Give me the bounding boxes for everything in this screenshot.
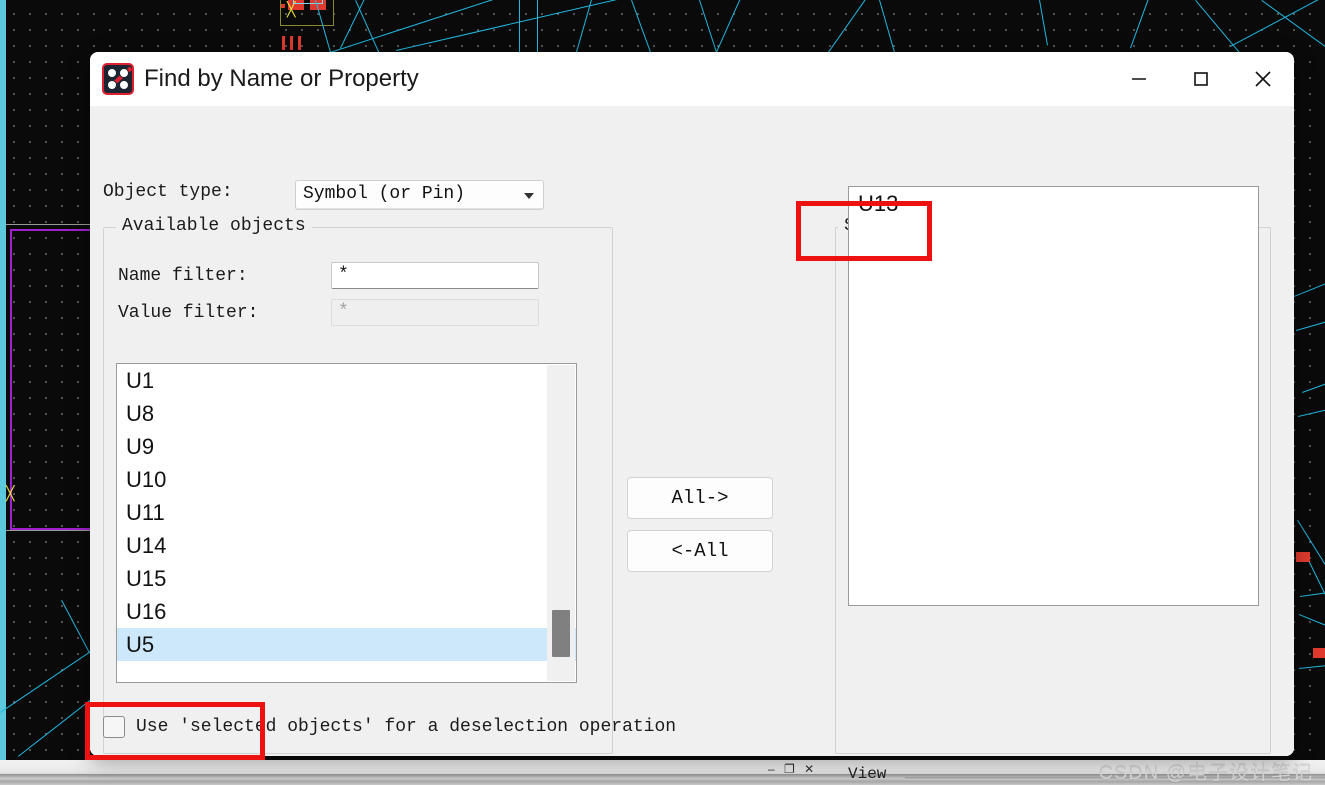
object-type-select[interactable]: Symbol (or Pin) (295, 180, 544, 210)
ratline (1302, 372, 1325, 393)
mdi-window-controls[interactable]: – ❐ ✕ (768, 762, 817, 776)
ratline (537, 0, 538, 52)
ratline (1039, 0, 1048, 46)
chevron-down-icon (524, 193, 534, 199)
list-item[interactable]: U8 (117, 397, 576, 430)
list-item[interactable]: U11 (117, 496, 576, 529)
ratline (1299, 661, 1325, 669)
list-item[interactable]: U10 (117, 463, 576, 496)
selected-objects-list[interactable]: U13 (848, 186, 1259, 606)
dialog-title: Find by Name or Property (144, 65, 419, 92)
origin-marker-icon: ╳ (287, 3, 296, 19)
watermark: CSDN @电子设计笔记 (1098, 762, 1313, 784)
origin-marker-icon: ╳ (6, 487, 15, 503)
list-item[interactable]: U14 (117, 529, 576, 562)
canvas-left-edge-strip (0, 0, 6, 760)
minimize-icon (1132, 78, 1146, 80)
minimize-button[interactable] (1108, 52, 1170, 106)
trace (290, 36, 293, 50)
ratline (879, 0, 896, 55)
move-all-right-button[interactable]: All-> (627, 477, 773, 519)
pad (1313, 648, 1325, 658)
list-item[interactable]: U13 (849, 187, 1258, 221)
object-type-label: Object type: (103, 182, 233, 202)
dialog-titlebar[interactable]: Find by Name or Property (90, 52, 1294, 106)
list-item[interactable]: U9 (117, 430, 576, 463)
list-item-selected[interactable]: U5 (117, 628, 576, 661)
component-outline (293, 0, 323, 4)
ratline (1195, 0, 1241, 55)
trace (282, 36, 285, 50)
ratline (828, 0, 875, 53)
ratline (631, 0, 654, 59)
ratline (61, 600, 91, 654)
ratline (1298, 614, 1325, 637)
name-filter-label: Name filter: (118, 266, 248, 286)
deselection-checkbox[interactable] (103, 716, 125, 738)
ratline (1297, 520, 1325, 623)
ratline (1294, 273, 1325, 297)
maximize-icon (1194, 72, 1208, 86)
move-all-left-button[interactable]: <-All (627, 530, 773, 572)
ratline (1296, 313, 1325, 331)
value-filter-label: Value filter: (118, 303, 259, 323)
scrollbar-thumb[interactable] (552, 610, 570, 657)
object-type-value: Symbol (or Pin) (303, 184, 466, 204)
list-item[interactable]: U15 (117, 562, 576, 595)
ratline (396, 0, 631, 51)
find-by-name-icon (102, 63, 134, 95)
find-by-name-dialog: Find by Name or Property Object type: Sy… (90, 52, 1294, 756)
ratline (1298, 402, 1325, 417)
available-list-scrollbar[interactable] (547, 365, 575, 681)
available-objects-title: Available objects (116, 216, 312, 236)
value-filter-value: * (338, 302, 349, 322)
window-controls (1108, 52, 1294, 106)
deselection-checkbox-label: Use 'selected objects' for a deselection… (136, 717, 677, 737)
dialog-body: Object type: Symbol (or Pin) Available o… (90, 106, 1294, 756)
available-objects-list[interactable]: U1 U8 U9 U10 U11 U14 U15 U16 U5 (116, 363, 577, 683)
deselection-checkbox-row[interactable]: Use 'selected objects' for a deselection… (103, 716, 676, 738)
close-icon (1255, 71, 1271, 87)
ratline (716, 0, 743, 53)
list-item[interactable]: U1 (117, 364, 576, 397)
name-filter-input[interactable]: * (331, 262, 539, 289)
list-item[interactable]: U16 (117, 595, 576, 628)
screen: ╳ ╳ – ❐ ✕ View CSDN @电子设计笔记 Find by Name… (0, 0, 1325, 785)
pad (281, 4, 285, 8)
ratline (1230, 0, 1325, 47)
value-filter-input[interactable]: * (331, 299, 539, 326)
trace (298, 36, 301, 50)
ratline (519, 0, 520, 52)
available-list-items: U1 U8 U9 U10 U11 U14 U15 U16 U5 (117, 364, 576, 661)
pad (1296, 552, 1310, 562)
close-button[interactable] (1232, 52, 1294, 106)
name-filter-value: * (338, 265, 349, 285)
ratline (1130, 0, 1152, 49)
view-window-label: View (848, 765, 887, 783)
maximize-button[interactable] (1170, 52, 1232, 106)
